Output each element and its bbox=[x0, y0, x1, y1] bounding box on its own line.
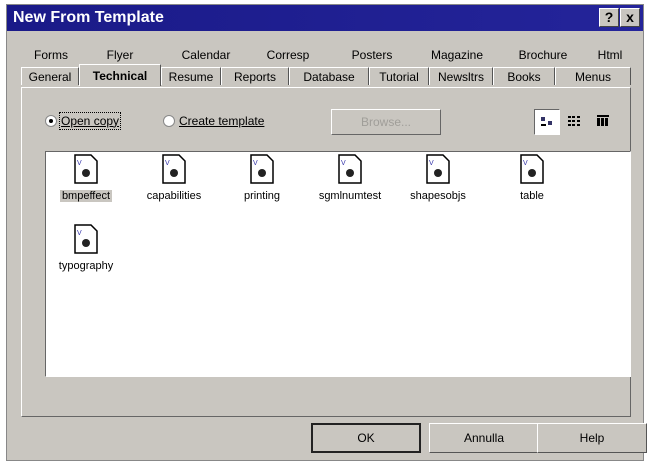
tab-general[interactable]: General bbox=[21, 67, 79, 85]
tab-corresp[interactable]: Corresp bbox=[255, 46, 321, 64]
tab-brochure[interactable]: Brochure bbox=[505, 46, 581, 64]
radio-create-template[interactable]: Create template bbox=[163, 113, 264, 128]
ok-button[interactable]: OK bbox=[311, 423, 421, 453]
svg-text:V: V bbox=[165, 160, 170, 167]
browse-button[interactable]: Browse... bbox=[331, 109, 441, 135]
file-item-typography[interactable]: V typography bbox=[42, 224, 130, 274]
tab-newsltrs[interactable]: Newsltrs bbox=[429, 67, 493, 85]
tab-forms[interactable]: Forms bbox=[21, 46, 81, 64]
svg-text:V: V bbox=[253, 160, 258, 167]
radio-dot-selected[interactable] bbox=[45, 114, 57, 127]
window-title: New From Template bbox=[13, 9, 164, 26]
template-file-icon: V bbox=[426, 154, 450, 184]
file-item-printing[interactable]: V printing bbox=[218, 154, 306, 204]
cancel-button[interactable]: Annulla bbox=[429, 423, 539, 453]
tab-calendar[interactable]: Calendar bbox=[171, 46, 241, 64]
tab-technical[interactable]: Technical bbox=[79, 64, 161, 86]
file-name: table bbox=[520, 190, 544, 202]
template-file-icon: V bbox=[74, 224, 98, 254]
template-file-icon: V bbox=[520, 154, 544, 184]
svg-text:V: V bbox=[523, 160, 528, 167]
help-title-button[interactable]: ? bbox=[599, 8, 619, 27]
tab-tutorial[interactable]: Tutorial bbox=[369, 67, 429, 85]
svg-text:V: V bbox=[77, 230, 82, 237]
tab-resume[interactable]: Resume bbox=[161, 67, 221, 85]
tab-flyer[interactable]: Flyer bbox=[93, 46, 147, 64]
help-button[interactable]: Help bbox=[537, 423, 647, 453]
file-item-table[interactable]: V table bbox=[488, 154, 576, 204]
tab-posters[interactable]: Posters bbox=[339, 46, 405, 64]
file-name: printing bbox=[243, 190, 281, 202]
file-name: sgmlnumtest bbox=[318, 190, 382, 202]
title-bar[interactable]: New From Template ? x bbox=[7, 5, 643, 31]
details-view-button[interactable] bbox=[590, 109, 616, 135]
file-item-sgmlnumtest[interactable]: V sgmlnumtest bbox=[306, 154, 394, 204]
tab-html[interactable]: Html bbox=[585, 46, 635, 64]
svg-text:V: V bbox=[77, 160, 82, 167]
svg-text:V: V bbox=[341, 160, 346, 167]
tab-books[interactable]: Books bbox=[493, 67, 555, 85]
list-icon bbox=[568, 116, 580, 126]
list-view-button[interactable] bbox=[562, 109, 588, 135]
file-item-shapesobjs[interactable]: V shapesobjs bbox=[394, 154, 482, 204]
radio-dot[interactable] bbox=[163, 114, 175, 127]
template-file-icon: V bbox=[250, 154, 274, 184]
radio-open-copy[interactable]: Open copy bbox=[45, 111, 122, 130]
template-file-icon: V bbox=[162, 154, 186, 184]
template-file-icon: V bbox=[338, 154, 362, 184]
svg-text:V: V bbox=[429, 160, 434, 167]
template-file-list[interactable]: V bmpeffect V capabilities V printing V … bbox=[45, 151, 631, 377]
tab-reports[interactable]: Reports bbox=[221, 67, 289, 85]
file-name: typography bbox=[58, 260, 114, 272]
tab-menus[interactable]: Menus bbox=[555, 67, 631, 85]
close-button[interactable]: x bbox=[620, 8, 640, 27]
large-icons-view-button[interactable] bbox=[534, 109, 560, 135]
file-name: capabilities bbox=[146, 190, 202, 202]
template-file-icon: V bbox=[74, 154, 98, 184]
file-item-bmpeffect[interactable]: V bmpeffect bbox=[42, 154, 130, 204]
file-item-capabilities[interactable]: V capabilities bbox=[130, 154, 218, 204]
create-template-label: Create template bbox=[179, 113, 265, 128]
large-icons-icon bbox=[541, 117, 552, 126]
file-name: bmpeffect bbox=[59, 190, 113, 202]
tab-magazine[interactable]: Magazine bbox=[419, 46, 495, 64]
new-from-template-dialog: New From Template ? x Forms Flyer Calend… bbox=[6, 4, 647, 461]
details-icon bbox=[597, 115, 609, 126]
tab-database[interactable]: Database bbox=[289, 67, 369, 85]
file-name: shapesobjs bbox=[410, 190, 466, 202]
open-copy-label: Open copy bbox=[58, 111, 122, 130]
